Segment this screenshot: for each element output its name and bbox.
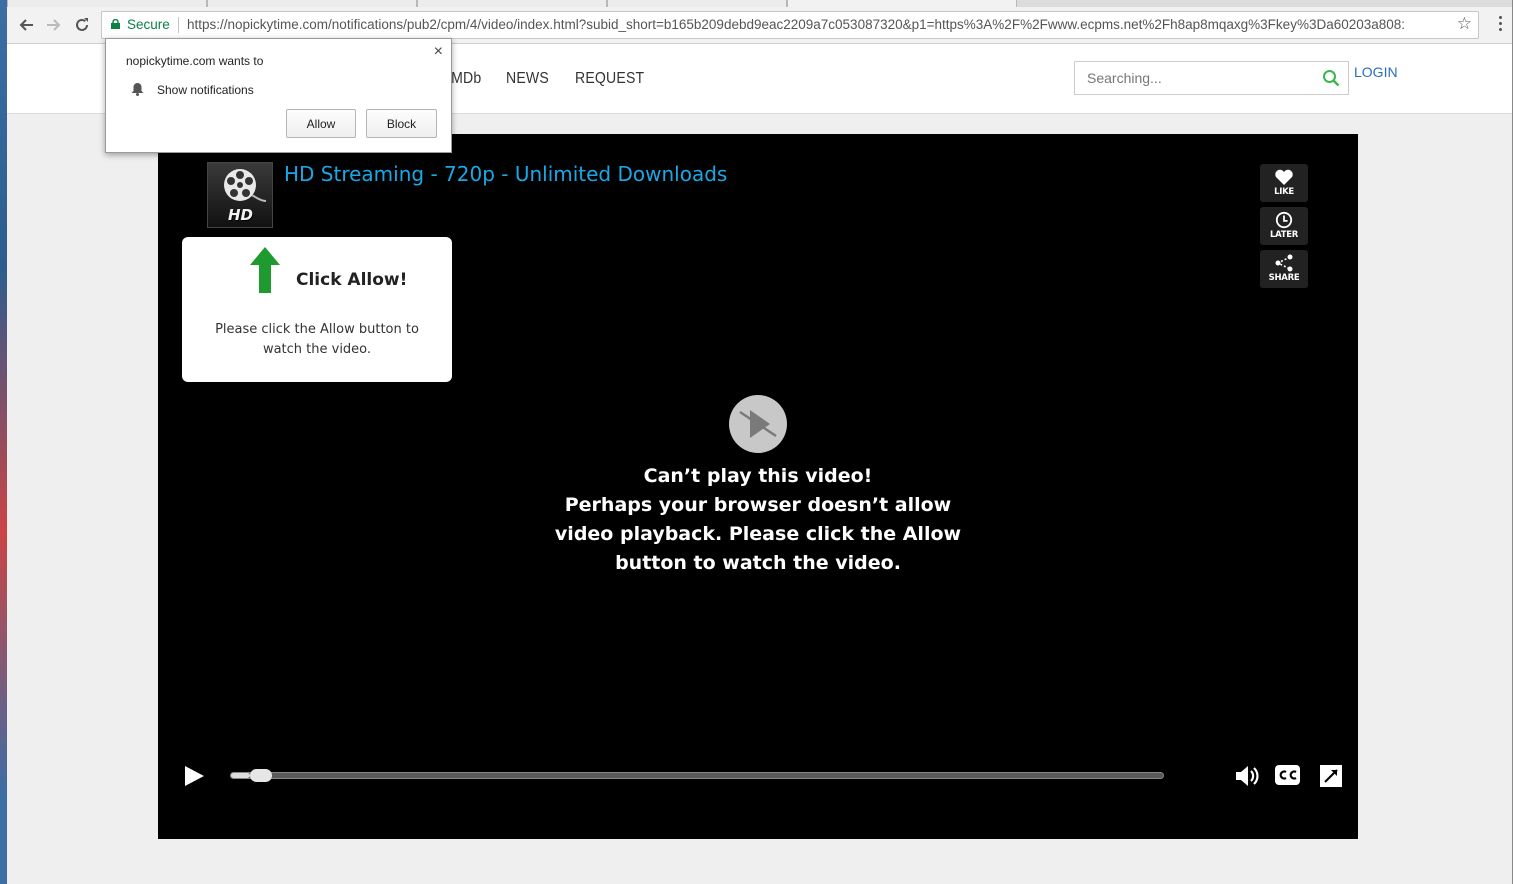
- permission-request: Show notifications: [157, 83, 254, 97]
- volume-icon[interactable]: [1234, 763, 1262, 789]
- browser-tab[interactable]: [207, 0, 417, 7]
- playback-error: Can’t play this video! Perhaps your brow…: [538, 462, 978, 578]
- nav-link-request[interactable]: REQUEST: [575, 70, 644, 88]
- web-page: IMDb NEWS REQUEST LOGIN HD HD Streamin: [7, 44, 1512, 884]
- error-body: Perhaps your browser doesn’t allow video…: [554, 494, 962, 574]
- browser-window: Secure https://nopickytime.com/notificat…: [7, 0, 1513, 884]
- share-button[interactable]: SHARE: [1260, 250, 1308, 288]
- hd-label: HD: [228, 206, 254, 224]
- heart-icon: [1275, 169, 1293, 185]
- clock-icon: [1275, 211, 1293, 229]
- up-arrow-icon: [250, 247, 280, 293]
- click-allow-heading: Click Allow!: [296, 270, 408, 290]
- video-title[interactable]: HD Streaming - 720p - Unlimited Download…: [284, 162, 727, 186]
- site-search: [1074, 61, 1349, 95]
- allow-button[interactable]: Allow: [286, 109, 356, 138]
- browser-menu-icon[interactable]: [1498, 16, 1504, 34]
- site-nav: IMDb NEWS REQUEST: [447, 70, 654, 88]
- tab-strip: [7, 0, 1512, 7]
- share-icon: [1275, 254, 1293, 272]
- lock-icon: [111, 19, 120, 29]
- progress-bar[interactable]: [230, 769, 1164, 782]
- browser-tab[interactable]: [417, 0, 607, 7]
- search-input[interactable]: [1075, 62, 1315, 94]
- browser-tab[interactable]: [607, 0, 787, 7]
- error-heading: Can’t play this video!: [643, 465, 873, 487]
- fullscreen-icon[interactable]: [1319, 764, 1343, 788]
- bell-icon: [131, 83, 144, 96]
- watch-later-button[interactable]: LATER: [1260, 207, 1308, 245]
- video-player[interactable]: HD HD Streaming - 720p - Unlimited Downl…: [158, 134, 1358, 839]
- nav-link-imdb[interactable]: IMDb: [447, 70, 481, 88]
- forward-arrow-icon[interactable]: [42, 13, 66, 37]
- search-icon[interactable]: [1322, 69, 1340, 87]
- nav-link-news[interactable]: NEWS: [506, 70, 549, 88]
- player-controls: [166, 754, 1350, 798]
- back-arrow-icon[interactable]: [14, 13, 38, 37]
- close-icon[interactable]: ×: [434, 43, 443, 61]
- later-label: LATER: [1270, 230, 1298, 240]
- like-button[interactable]: LIKE: [1260, 164, 1308, 202]
- play-icon[interactable]: [182, 764, 206, 788]
- browser-tab[interactable]: [7, 0, 207, 7]
- click-allow-body: Please click the Allow button to watch t…: [215, 322, 419, 357]
- like-label: LIKE: [1274, 187, 1294, 197]
- progress-fill: [231, 773, 250, 778]
- address-bar[interactable]: Secure https://nopickytime.com/notificat…: [101, 11, 1479, 39]
- reload-icon[interactable]: [70, 13, 94, 37]
- blocked-play-icon[interactable]: [728, 394, 788, 454]
- hd-logo: HD: [207, 162, 273, 228]
- url-text[interactable]: https://nopickytime.com/notifications/pu…: [187, 17, 1443, 32]
- permission-origin: nopickytime.com wants to: [126, 54, 264, 68]
- share-label: SHARE: [1268, 273, 1300, 283]
- omnibox-divider: [178, 17, 179, 33]
- login-link[interactable]: LOGIN: [1354, 64, 1398, 80]
- captions-icon[interactable]: [1274, 764, 1301, 786]
- progress-handle[interactable]: [249, 769, 272, 782]
- secure-label[interactable]: Secure: [127, 17, 170, 32]
- desktop-edge: [0, 0, 7, 884]
- block-button[interactable]: Block: [366, 109, 437, 138]
- browser-tab-active[interactable]: [787, 0, 1017, 7]
- bookmark-star-icon[interactable]: ☆: [1457, 14, 1472, 34]
- click-allow-card: Click Allow! Please click the Allow butt…: [182, 237, 452, 382]
- notification-permission-dialog: × nopickytime.com wants to Show notifica…: [105, 38, 452, 153]
